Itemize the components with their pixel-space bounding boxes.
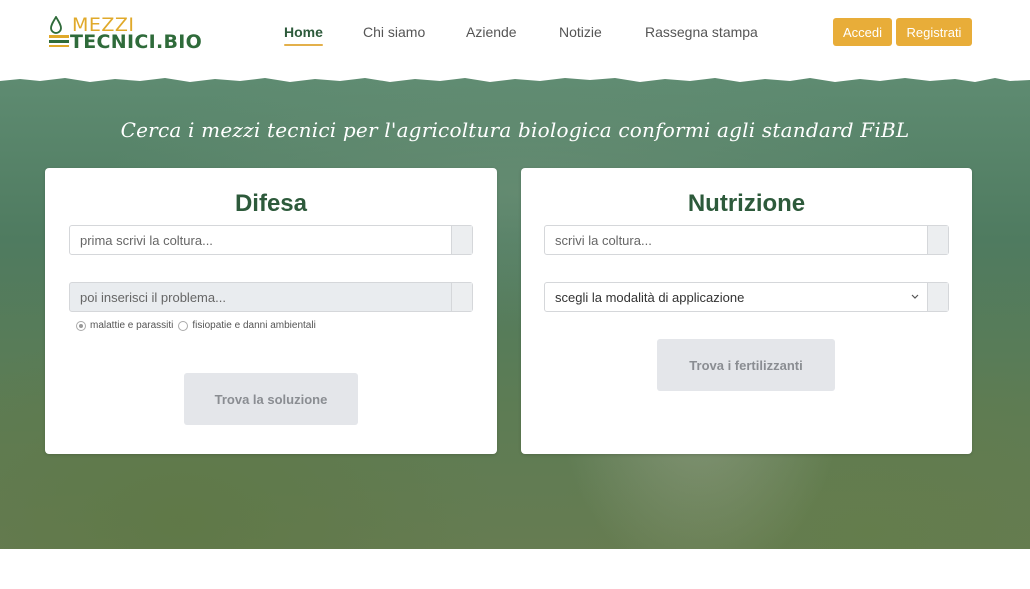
- difesa-crop-input[interactable]: prima scrivi la coltura...: [69, 225, 473, 255]
- difesa-problem-placeholder: poi inserisci il problema...: [80, 290, 226, 305]
- radio-fisiopatie-label: fisiopatie e danni ambientali: [192, 320, 316, 331]
- nav-item-notizie[interactable]: Notizie: [559, 24, 602, 40]
- radio-fisiopatie[interactable]: [178, 320, 189, 331]
- logo-text-tecnici: TECNICI.BIO: [70, 31, 203, 53]
- find-solution-button[interactable]: Trova la soluzione: [184, 373, 358, 425]
- difesa-card: Difesa prima scrivi la coltura... poi in…: [45, 168, 497, 454]
- difesa-crop-placeholder: prima scrivi la coltura...: [80, 233, 213, 248]
- nutrizione-crop-input[interactable]: scrivi la coltura...: [544, 225, 949, 255]
- site-logo[interactable]: MEZZI TECNICI.BIO: [48, 14, 203, 54]
- radio-malattie-label: malattie e parassiti: [90, 320, 174, 331]
- hero-title: Cerca i mezzi tecnici per l'agricoltura …: [120, 118, 910, 142]
- chevron-down-icon: [911, 294, 919, 299]
- site-header: MEZZI TECNICI.BIO Home Chi siamo Aziende…: [0, 0, 1030, 80]
- register-button[interactable]: Registrati: [896, 18, 972, 46]
- hero-section: Cerca i mezzi tecnici per l'agricoltura …: [0, 72, 1030, 549]
- nav-item-chi-siamo[interactable]: Chi siamo: [363, 24, 425, 40]
- nav-item-aziende[interactable]: Aziende: [466, 24, 517, 40]
- radio-malattie[interactable]: [76, 320, 86, 331]
- active-nav-underline: [284, 44, 323, 46]
- nutrizione-card: Nutrizione scrivi la coltura... scegli l…: [521, 168, 972, 454]
- difesa-problem-addon[interactable]: [451, 283, 472, 311]
- nutrizione-crop-placeholder: scrivi la coltura...: [555, 233, 652, 248]
- nutrizione-crop-addon[interactable]: [927, 226, 948, 254]
- difesa-crop-addon[interactable]: [451, 226, 472, 254]
- difesa-problem-input[interactable]: poi inserisci il problema...: [69, 282, 473, 312]
- application-mode-addon[interactable]: [927, 283, 948, 311]
- application-mode-value: scegli la modalità di applicazione: [555, 290, 745, 305]
- nav-item-home[interactable]: Home: [284, 24, 323, 46]
- difesa-problem-type-radios: malattie e parassiti fisiopatie e danni …: [76, 320, 321, 331]
- login-button[interactable]: Accedi: [833, 18, 892, 46]
- nutrizione-title: Nutrizione: [687, 190, 806, 217]
- find-fertilizers-button[interactable]: Trova i fertilizzanti: [657, 339, 835, 391]
- application-mode-select[interactable]: scegli la modalità di applicazione: [544, 282, 949, 312]
- difesa-title: Difesa: [234, 190, 308, 217]
- nav-item-rassegna-stampa[interactable]: Rassegna stampa: [645, 24, 758, 40]
- tractor-icon: [49, 35, 69, 47]
- torn-edge-decoration: [0, 72, 1030, 82]
- nav-item-label: Home: [284, 24, 323, 40]
